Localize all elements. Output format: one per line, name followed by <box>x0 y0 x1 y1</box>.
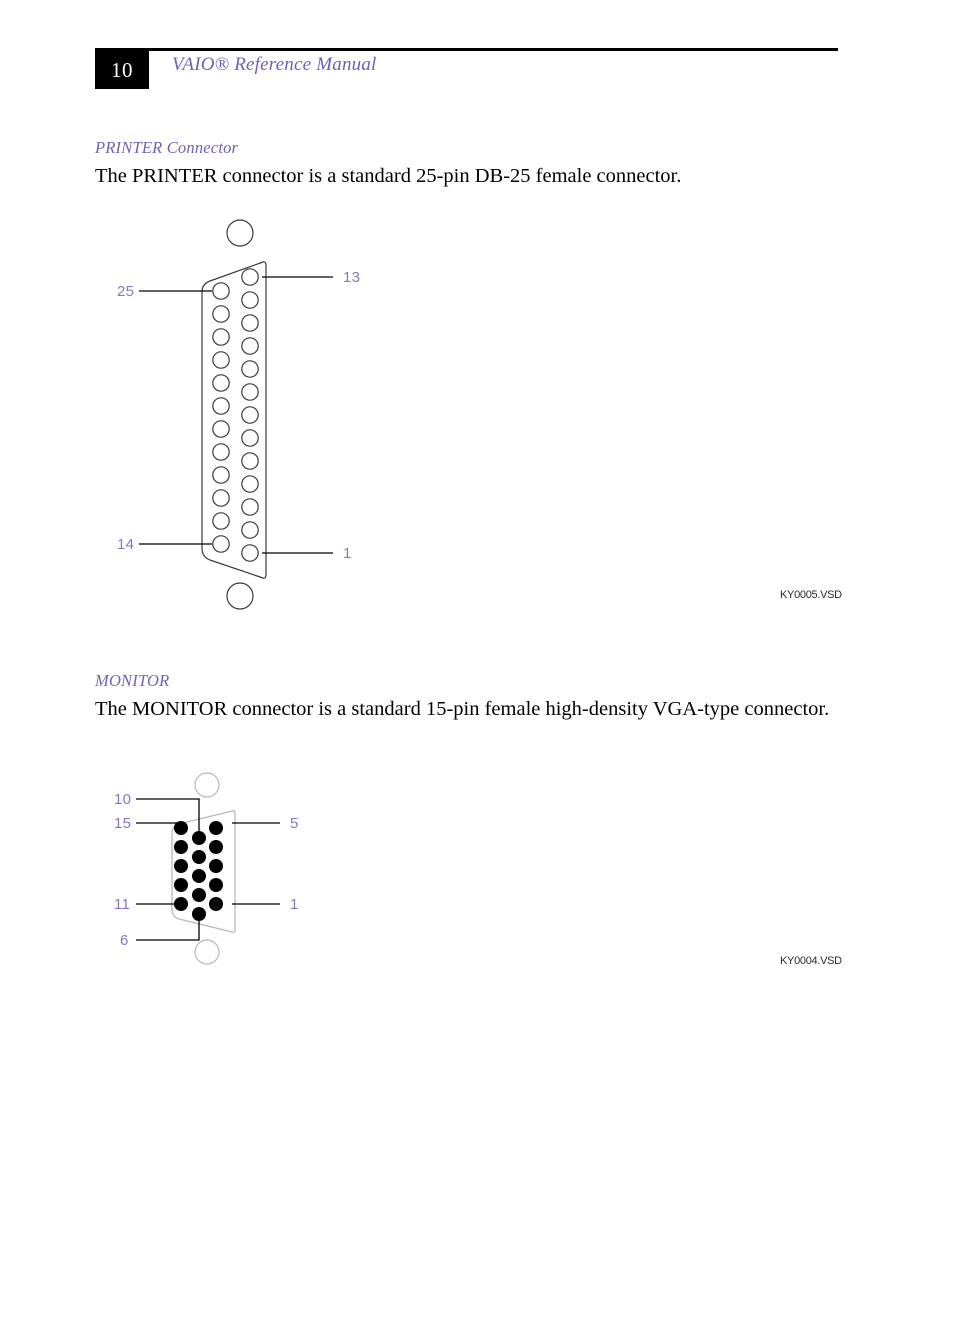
mount-screw-bottom-icon <box>194 939 220 965</box>
figure-file-label-monitor: KY0004.VSD <box>780 955 842 967</box>
mount-screw-top-icon <box>194 772 220 798</box>
vga15-drawing: 10 15 5 11 1 6 <box>114 772 299 965</box>
vga15-pin-column-middle <box>192 831 206 921</box>
vga15-pin-column-right <box>209 821 223 911</box>
vga15-label-11: 11 <box>114 896 130 913</box>
vga15-label-5: 5 <box>290 815 299 832</box>
figure-vga15-connector: 10 15 5 11 1 6 <box>0 0 954 1000</box>
vga15-leader-lines <box>136 798 280 941</box>
vga15-label-6: 6 <box>120 932 129 949</box>
vga15-pin-column-left <box>174 821 188 911</box>
vga15-label-15: 15 <box>114 815 131 832</box>
vga15-label-1: 1 <box>290 896 299 913</box>
document-page: 10 VAIO® Reference Manual PRINTER Connec… <box>0 0 954 1340</box>
vga15-label-10: 10 <box>114 791 131 808</box>
